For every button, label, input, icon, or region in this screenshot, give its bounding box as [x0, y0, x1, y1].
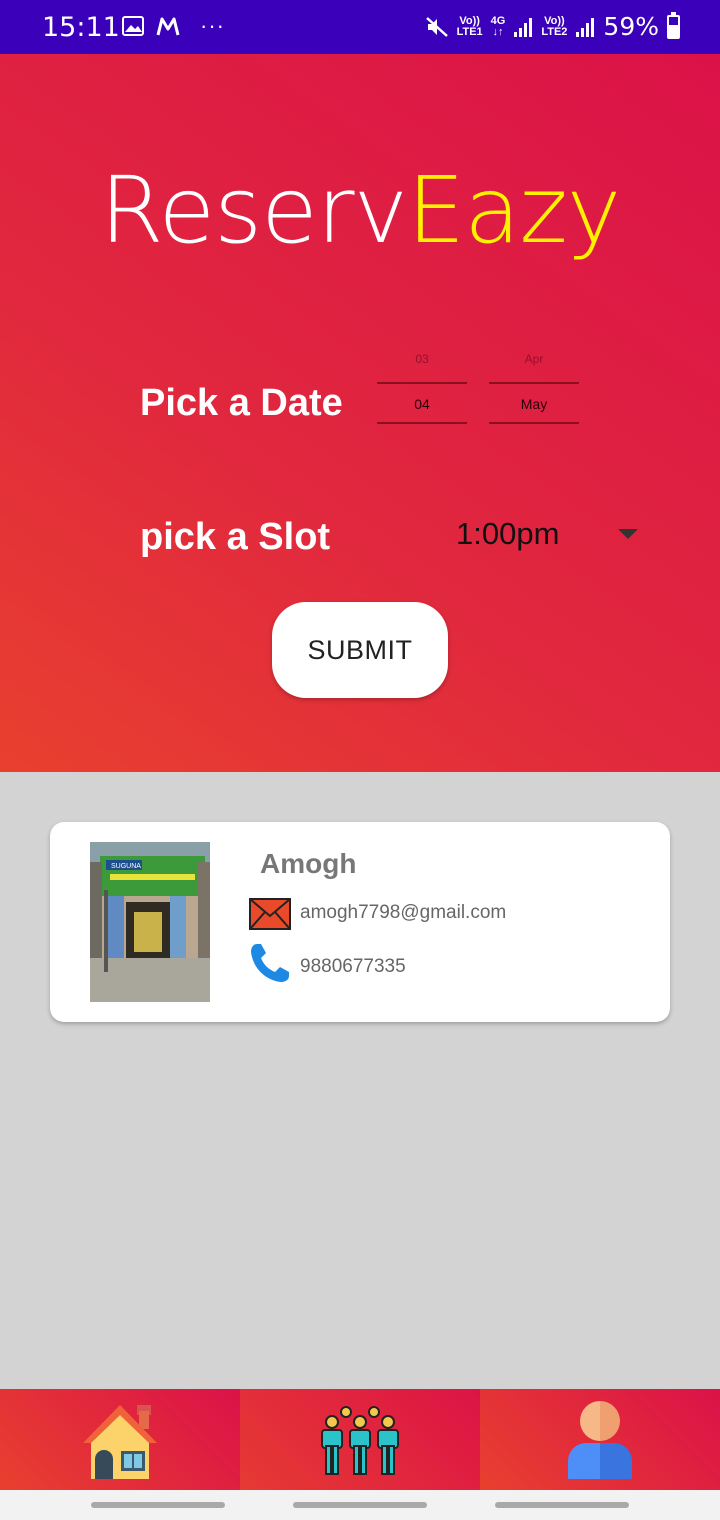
recents-gesture[interactable]	[91, 1502, 225, 1508]
myntra-icon	[156, 17, 180, 36]
signal-icon-2	[576, 17, 595, 37]
phone-icon	[251, 944, 289, 982]
nav-home[interactable]	[0, 1389, 240, 1490]
shop-card[interactable]: SUGUNA Amogh amogh7798@gmail.com 9880677…	[50, 822, 670, 1022]
battery-icon	[667, 11, 680, 39]
sim2-indicator: Vo)) LTE2	[541, 14, 568, 38]
back-gesture[interactable]	[495, 1502, 629, 1508]
gallery-icon	[122, 16, 144, 36]
status-time: 15:11	[42, 12, 120, 43]
slot-dropdown[interactable]: 1:00pm	[456, 516, 559, 552]
submit-button[interactable]: SUBMIT	[272, 602, 448, 698]
owner-name: Amogh	[260, 848, 357, 879]
svg-text:SUGUNA: SUGUNA	[111, 863, 141, 870]
nav-profile[interactable]	[480, 1389, 720, 1490]
gesture-bar	[0, 1490, 720, 1520]
booking-panel: ReservEazy Pick a Date 03 04 Apr May 202…	[0, 54, 720, 772]
notification-icons: ···	[122, 13, 225, 39]
status-bar: 15:11 ··· Vo)) LTE1 4G ↓↑ Vo)) LTE2 59%	[0, 0, 720, 54]
system-icons: Vo)) LTE1 4G ↓↑ Vo)) LTE2 59%	[425, 11, 680, 41]
signal-icon	[514, 17, 533, 37]
owner-email[interactable]: amogh7798@gmail.com	[300, 902, 506, 924]
mute-icon	[425, 16, 448, 37]
profile-icon	[568, 1400, 632, 1479]
nav-people[interactable]	[240, 1389, 480, 1490]
home-icon	[83, 1404, 157, 1479]
people-icon	[321, 1405, 399, 1475]
pick-slot-label: pick a Slot	[140, 516, 331, 558]
mail-icon	[249, 898, 291, 930]
4g-indicator: 4G ↓↑	[490, 14, 506, 38]
dropdown-arrow-icon[interactable]	[618, 529, 638, 539]
bottom-navigation	[0, 1389, 720, 1490]
sim1-indicator: Vo)) LTE1	[456, 14, 483, 38]
pick-date-label: Pick a Date	[140, 382, 343, 424]
battery-percent: 59%	[603, 12, 659, 41]
home-gesture[interactable]	[293, 1502, 427, 1508]
app-logo: ReservEazy	[99, 157, 621, 264]
overflow-icon: ···	[200, 13, 225, 38]
owner-phone[interactable]: 9880677335	[300, 956, 406, 978]
shop-photo: SUGUNA	[90, 842, 210, 1002]
